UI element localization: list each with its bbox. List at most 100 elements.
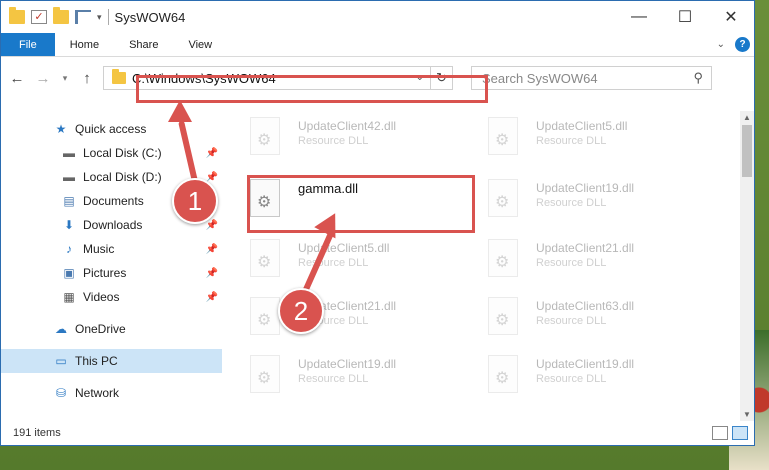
file-type: Resource DLL <box>536 315 607 327</box>
details-view-icon[interactable] <box>712 426 728 440</box>
star-icon: ★ <box>55 122 67 136</box>
file-type: Resource DLL <box>536 373 607 385</box>
download-icon: ⬇ <box>63 218 75 232</box>
pin-icon[interactable]: 📌 <box>206 268 218 279</box>
pin-icon[interactable]: 📌 <box>206 244 218 255</box>
step-1-badge: 1 <box>172 178 218 224</box>
sidebar-item-label: Documents <box>83 194 144 208</box>
vertical-scrollbar[interactable]: ▲ ▼ <box>740 111 754 421</box>
main-area: ★ Quick access ▬ Local Disk (C:) 📌 ▬ Loc… <box>1 111 754 421</box>
pin-icon[interactable]: 📌 <box>206 148 218 159</box>
maximize-button[interactable]: ☐ <box>662 1 708 33</box>
dll-file-icon <box>488 355 518 393</box>
minimize-button[interactable]: — <box>616 1 662 33</box>
file-item[interactable]: UpdateClient63.dll Resource DLL <box>460 291 680 341</box>
help-icon[interactable]: ? <box>735 37 750 52</box>
back-button[interactable]: ← <box>7 70 27 87</box>
dll-file-icon <box>250 297 280 335</box>
file-type: Resource DLL <box>298 135 369 147</box>
sidebar-item-label: Music <box>83 242 115 256</box>
file-item[interactable]: UpdateClient21.dll Resource DLL <box>222 291 442 341</box>
customize-icon[interactable] <box>75 10 91 24</box>
address-bar[interactable]: C:\Windows\SysWOW64 ⌄ ↻ <box>103 66 453 90</box>
dll-file-icon <box>250 117 280 155</box>
expand-ribbon-icon[interactable]: ⌄ <box>717 39 725 50</box>
drive-icon: ▬ <box>63 170 75 184</box>
file-name: UpdateClient5.dll <box>298 241 390 255</box>
file-name: UpdateClient42.dll <box>298 119 397 133</box>
sidebar-item-music[interactable]: ♪ Music 📌 <box>1 237 222 261</box>
dll-file-icon <box>488 297 518 335</box>
item-count: 191 items <box>13 427 61 439</box>
tab-home[interactable]: Home <box>55 33 114 56</box>
tab-share[interactable]: Share <box>114 33 173 56</box>
file-name: gamma.dll <box>298 181 358 196</box>
pc-icon: ▭ <box>55 354 67 368</box>
pin-icon[interactable]: 📌 <box>206 220 218 231</box>
window-controls: — ☐ ✕ <box>616 1 754 33</box>
title-separator <box>107 9 109 25</box>
scroll-up-icon[interactable]: ▲ <box>740 113 754 122</box>
tab-file[interactable]: File <box>1 33 55 56</box>
up-button[interactable]: ↑ <box>77 70 97 87</box>
file-item[interactable]: UpdateClient5.dll Resource DLL <box>460 111 680 161</box>
file-type: Resource DLL <box>536 257 607 269</box>
sidebar-item-label: Local Disk (C:) <box>83 146 162 160</box>
file-item[interactable]: UpdateClient19.dll Resource DLL <box>222 349 442 399</box>
file-name: UpdateClient19.dll <box>298 357 397 371</box>
sidebar-item-videos[interactable]: ▦ Videos 📌 <box>1 285 222 309</box>
navigation-bar: ← → ▾ ↑ C:\Windows\SysWOW64 ⌄ ↻ Search S… <box>1 57 754 99</box>
file-type: Resource DLL <box>298 373 369 385</box>
close-button[interactable]: ✕ <box>708 1 754 33</box>
sidebar-item-this-pc[interactable]: ▭ This PC <box>1 349 222 373</box>
file-item[interactable]: UpdateClient19.dll Resource DLL <box>460 173 680 223</box>
search-input[interactable]: Search SysWOW64 ⚲ <box>471 66 712 90</box>
search-icon[interactable]: ⚲ <box>693 70 703 86</box>
file-name: UpdateClient19.dll <box>536 357 635 371</box>
folder-icon[interactable] <box>9 7 25 24</box>
quick-access-toolbar: ✓ ▾ <box>9 7 102 24</box>
file-item[interactable]: UpdateClient5.dll Resource DLL <box>222 233 442 283</box>
sidebar-item-label: Videos <box>83 290 120 304</box>
address-path: C:\Windows\SysWOW64 <box>132 70 276 86</box>
dll-file-icon <box>250 179 280 217</box>
sidebar-item-label: OneDrive <box>75 322 126 336</box>
videos-icon: ▦ <box>63 290 75 304</box>
ribbon-right: ⌄ ? <box>717 33 754 56</box>
folder-icon <box>112 69 126 84</box>
sidebar-item-label: Network <box>75 386 120 400</box>
sidebar-item-network[interactable]: ⛁ Network <box>1 381 222 405</box>
scroll-down-icon[interactable]: ▼ <box>740 410 754 419</box>
properties-check-icon[interactable]: ✓ <box>31 10 47 24</box>
refresh-icon[interactable]: ↻ <box>430 67 452 89</box>
dll-file-icon <box>488 117 518 155</box>
qa-dropdown-icon[interactable]: ▾ <box>97 12 102 23</box>
large-icons-view-icon[interactable] <box>732 426 748 440</box>
new-folder-icon[interactable] <box>53 7 69 24</box>
file-type: Resource DLL <box>536 135 607 147</box>
view-toggles <box>712 426 754 440</box>
file-item[interactable]: UpdateClient19.dll Resource DLL <box>460 349 680 399</box>
address-dropdown-icon[interactable]: ⌄ <box>416 72 424 83</box>
sidebar-item-onedrive[interactable]: ☁ OneDrive <box>1 317 222 341</box>
title-bar: ✓ ▾ SysWOW64 — ☐ ✕ <box>1 1 754 33</box>
dll-file-icon <box>250 239 280 277</box>
cloud-icon: ☁ <box>55 322 67 336</box>
recent-locations-icon[interactable]: ▾ <box>59 73 71 84</box>
file-item[interactable]: UpdateClient42.dll Resource DLL <box>222 111 442 161</box>
pictures-icon: ▣ <box>63 266 75 280</box>
scroll-thumb[interactable] <box>742 125 752 177</box>
search-placeholder: Search SysWOW64 <box>482 70 598 86</box>
sidebar-item-pictures[interactable]: ▣ Pictures 📌 <box>1 261 222 285</box>
tab-view[interactable]: View <box>173 33 227 56</box>
forward-button[interactable]: → <box>33 70 53 87</box>
file-item[interactable]: UpdateClient21.dll Resource DLL <box>460 233 680 283</box>
ribbon-tabs: File Home Share View ⌄ ? <box>1 33 754 57</box>
sidebar-item-label: This PC <box>75 354 118 368</box>
dll-file-icon <box>488 179 518 217</box>
pin-icon[interactable]: 📌 <box>206 292 218 303</box>
dll-file-icon <box>250 355 280 393</box>
